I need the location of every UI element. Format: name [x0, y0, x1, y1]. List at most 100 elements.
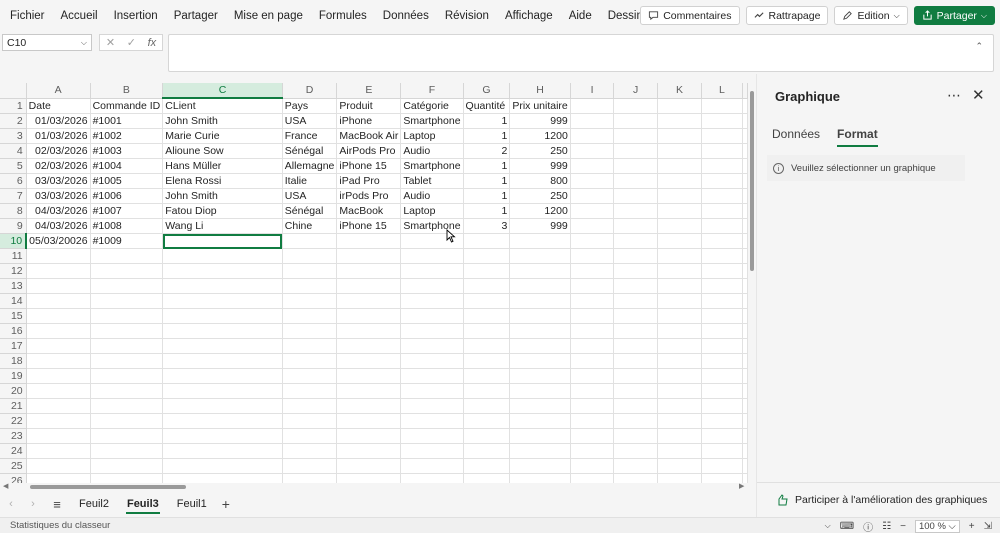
- cell[interactable]: [509, 383, 571, 399]
- chevron-down-icon[interactable]: ⌵: [825, 521, 831, 531]
- cell[interactable]: [613, 383, 659, 399]
- cell[interactable]: [400, 428, 464, 444]
- cell[interactable]: [657, 158, 702, 174]
- cell[interactable]: [90, 428, 164, 444]
- column-header-c[interactable]: C: [162, 83, 283, 99]
- cell[interactable]: [282, 278, 338, 294]
- cell[interactable]: 02/03/2026: [26, 143, 91, 159]
- cell[interactable]: [400, 353, 464, 369]
- cell[interactable]: [742, 173, 748, 189]
- cell[interactable]: [400, 248, 464, 264]
- cell[interactable]: [742, 413, 748, 429]
- cell[interactable]: [400, 443, 464, 459]
- cell[interactable]: [742, 248, 748, 264]
- cell[interactable]: [570, 158, 615, 174]
- cell[interactable]: [400, 323, 464, 339]
- cell[interactable]: [463, 353, 511, 369]
- cell[interactable]: [570, 218, 615, 234]
- cell[interactable]: [657, 143, 702, 159]
- cell[interactable]: [742, 293, 748, 309]
- menu-item-4[interactable]: Mise en page: [226, 10, 311, 22]
- cell[interactable]: [657, 278, 702, 294]
- fit-icon[interactable]: ⇲: [984, 521, 992, 532]
- cell[interactable]: Allemagne: [282, 158, 338, 174]
- cell[interactable]: [613, 113, 659, 129]
- cell[interactable]: Laptop: [400, 128, 464, 144]
- cell[interactable]: Chine: [282, 218, 338, 234]
- cell[interactable]: [701, 128, 744, 144]
- cell[interactable]: [701, 338, 744, 354]
- cell[interactable]: [400, 293, 464, 309]
- column-header-k[interactable]: K: [657, 83, 702, 99]
- cell[interactable]: #1002: [90, 128, 164, 144]
- cell[interactable]: [509, 338, 571, 354]
- more-options-icon[interactable]: ⋯: [947, 87, 962, 104]
- cell[interactable]: [90, 473, 164, 483]
- cell[interactable]: [282, 368, 338, 384]
- sheet-tab-feuil1[interactable]: Feuil1: [168, 491, 216, 517]
- cell[interactable]: [613, 353, 659, 369]
- cell[interactable]: [657, 428, 702, 444]
- cell[interactable]: [657, 443, 702, 459]
- cell[interactable]: [657, 383, 702, 399]
- cell[interactable]: [613, 98, 659, 114]
- cell[interactable]: [463, 263, 511, 279]
- cell[interactable]: [570, 98, 615, 114]
- cell[interactable]: [162, 308, 283, 324]
- comments-button[interactable]: Commentaires: [640, 6, 740, 25]
- cell[interactable]: [400, 278, 464, 294]
- cell[interactable]: 01/03/2026: [26, 113, 91, 129]
- cell[interactable]: Wang Li: [162, 218, 283, 234]
- cell[interactable]: [162, 353, 283, 369]
- cell[interactable]: [570, 233, 615, 249]
- cell[interactable]: #1009: [90, 233, 164, 249]
- cell[interactable]: [282, 323, 338, 339]
- cell[interactable]: [162, 323, 283, 339]
- cell[interactable]: [657, 233, 702, 249]
- cell[interactable]: [463, 323, 511, 339]
- check-icon[interactable]: ✓: [127, 36, 136, 49]
- cell[interactable]: [282, 413, 338, 429]
- menu-item-9[interactable]: Aide: [561, 10, 600, 22]
- column-header-l[interactable]: L: [701, 83, 744, 99]
- cell[interactable]: iPad Pro: [336, 173, 402, 189]
- cell[interactable]: [570, 143, 615, 159]
- cell[interactable]: [282, 398, 338, 414]
- cell[interactable]: [26, 293, 91, 309]
- cell[interactable]: [701, 458, 744, 474]
- cell[interactable]: #1008: [90, 218, 164, 234]
- row-header[interactable]: 14: [0, 293, 27, 309]
- cell[interactable]: [742, 188, 748, 204]
- cell[interactable]: [742, 323, 748, 339]
- cell[interactable]: [509, 368, 571, 384]
- cell[interactable]: [463, 293, 511, 309]
- cell[interactable]: [701, 113, 744, 129]
- cell[interactable]: [400, 383, 464, 399]
- horizontal-scroll-thumb[interactable]: [30, 485, 186, 489]
- cell[interactable]: [509, 353, 571, 369]
- cell[interactable]: [742, 203, 748, 219]
- cell[interactable]: Date: [26, 98, 91, 114]
- cell[interactable]: [26, 323, 91, 339]
- cell[interactable]: [701, 323, 744, 339]
- row-header[interactable]: 25: [0, 458, 27, 474]
- cell[interactable]: [570, 458, 615, 474]
- feedback-link[interactable]: Participer à l'amélioration des graphiqu…: [777, 494, 987, 506]
- cell[interactable]: Smartphone: [400, 158, 464, 174]
- cell[interactable]: [336, 368, 402, 384]
- cell[interactable]: [162, 473, 283, 483]
- cell[interactable]: [701, 473, 744, 483]
- cell[interactable]: 999: [509, 218, 571, 234]
- cell[interactable]: 01/03/2026: [26, 128, 91, 144]
- cell[interactable]: [509, 443, 571, 459]
- row-header[interactable]: 20: [0, 383, 27, 399]
- cell[interactable]: [701, 383, 744, 399]
- cell[interactable]: [570, 113, 615, 129]
- cell[interactable]: [90, 443, 164, 459]
- cell[interactable]: [282, 428, 338, 444]
- column-header-d[interactable]: D: [282, 83, 338, 99]
- cell[interactable]: [742, 383, 748, 399]
- cell[interactable]: #1001: [90, 113, 164, 129]
- menu-item-6[interactable]: Données: [375, 10, 437, 22]
- cancel-icon[interactable]: ✕: [106, 36, 115, 49]
